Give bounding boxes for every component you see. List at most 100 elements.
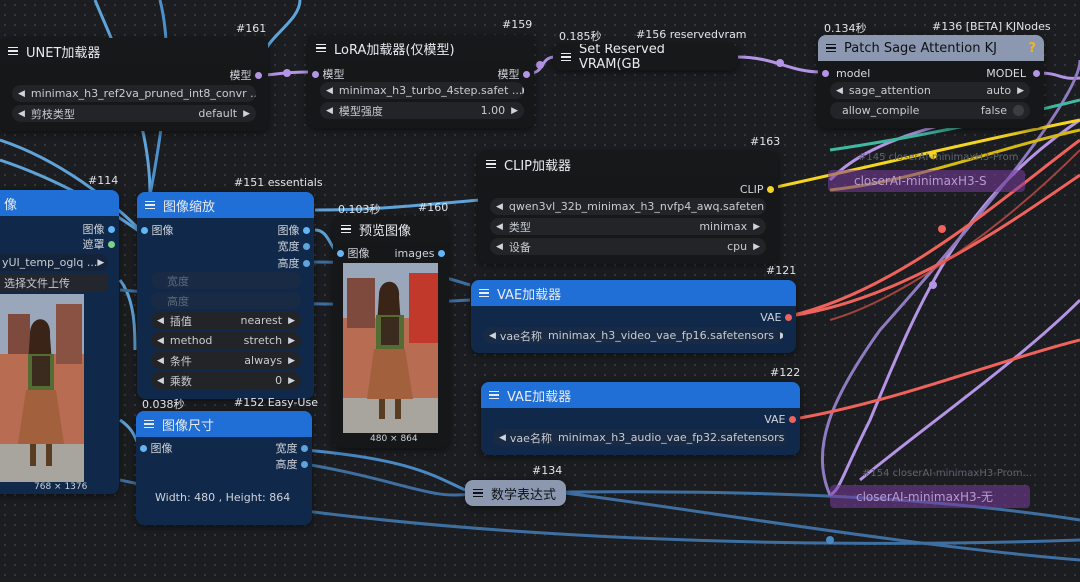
node-header[interactable]: 数学表达式 <box>465 480 566 506</box>
arrow-left-icon[interactable]: ◀ <box>496 242 503 252</box>
model-slot-icon[interactable] <box>822 69 829 77</box>
allow-compile-toggle[interactable]: allow_compile false <box>830 102 1030 119</box>
arrow-right-icon[interactable]: ▶ <box>97 258 104 268</box>
output-vae[interactable]: VAE <box>764 410 796 428</box>
output-model[interactable]: 模型 <box>230 66 262 84</box>
image-slot-icon[interactable] <box>438 249 445 257</box>
lora-loader-node[interactable]: LoRA加载器(仅模型) 模型 模型 ◀ minimax_h3_turbo_4st… <box>308 35 534 128</box>
output-images[interactable]: images <box>395 244 445 262</box>
menu-icon[interactable] <box>479 288 489 298</box>
math-expression-node[interactable]: 数学表达式 <box>465 480 566 506</box>
image-slot-icon[interactable] <box>141 226 148 234</box>
vae-loader-video-node[interactable]: VAE加载器 VAE ◀ vae名称 minimax_h3_video_vae_fp… <box>471 280 796 353</box>
arrow-left-icon[interactable]: ◀ <box>499 433 506 443</box>
model-slot-icon[interactable] <box>312 70 319 78</box>
device-select[interactable]: ◀ 设备 cpu ▶ <box>490 238 766 255</box>
int-slot-icon[interactable] <box>303 242 310 250</box>
menu-icon[interactable] <box>486 159 496 169</box>
menu-icon[interactable] <box>144 419 154 429</box>
menu-icon[interactable] <box>826 43 836 53</box>
node-header[interactable]: UNET加载器 <box>0 38 268 64</box>
vae-name-select[interactable]: ◀ vae名称 minimax_h3_audio_vae_fp32.safetens… <box>493 429 787 446</box>
menu-icon[interactable] <box>8 46 18 56</box>
arrow-left-icon[interactable]: ◀ <box>157 316 164 326</box>
unet-name-select[interactable]: ◀ minimax_h3_ref2va_pruned_int8_convr ...… <box>12 85 256 102</box>
menu-icon[interactable] <box>145 200 155 210</box>
image-scale-node[interactable]: 图像缩放 图像 图像 宽度 高度 宽度 高度 ◀ 插值 nearest ▶ ◀ meth… <box>137 192 314 399</box>
unet-loader-node[interactable]: UNET加载器 模型 ◀ minimax_h3_ref2va_pruned_int… <box>0 38 268 131</box>
input-image[interactable]: 图像 <box>337 244 370 262</box>
vae-loader-audio-node[interactable]: VAE加载器 VAE ◀ vae名称 minimax_h3_audio_vae_fp… <box>481 382 800 455</box>
output-model[interactable]: MODEL <box>986 64 1040 82</box>
menu-icon[interactable] <box>489 390 499 400</box>
interpolation-select[interactable]: ◀ 插值 nearest ▶ <box>151 312 301 329</box>
group-node-minimax-none[interactable]: closerAI-minimaxH3-无 <box>830 485 1030 508</box>
preview-image-node[interactable]: 预览图像 图像 images 480 × 864 <box>333 216 449 448</box>
weight-dtype-select[interactable]: ◀ 剪枝类型 default ▶ <box>12 105 256 122</box>
arrow-left-icon[interactable]: ◀ <box>496 202 503 212</box>
input-model[interactable]: 模型 <box>312 65 345 83</box>
arrow-right-icon[interactable]: ▶ <box>753 242 760 252</box>
node-header[interactable]: 图像尺寸 <box>136 411 312 437</box>
arrow-right-icon[interactable]: ▶ <box>288 356 295 366</box>
image-slot-icon[interactable] <box>303 226 310 234</box>
output-model[interactable]: 模型 <box>498 65 530 83</box>
image-file-select[interactable]: yUI_temp_oglq ... ▶ <box>0 254 108 271</box>
arrow-right-icon[interactable]: ▶ <box>288 316 295 326</box>
lora-name-select[interactable]: ◀minimax_h3_turbo_4step.safet ...▶ <box>320 82 524 99</box>
int-slot-icon[interactable] <box>301 460 308 468</box>
method-select[interactable]: ◀ method stretch ▶ <box>151 332 301 349</box>
set-reserved-vram-node[interactable]: Set Reserved VRAM(GB <box>553 44 738 70</box>
node-header[interactable]: VAE加载器 <box>481 382 800 408</box>
node-header[interactable]: 图像缩放 <box>137 192 314 218</box>
clip-name-select[interactable]: ◀ qwen3vl_32b_minimax_h3_nvfp4_awq.safete… <box>490 198 766 215</box>
node-graph-canvas[interactable]: #145 closerAI-minimaxH3-Prom closerAI-mi… <box>0 0 1080 582</box>
node-header[interactable]: 像 <box>0 190 119 216</box>
node-header[interactable]: Set Reserved VRAM(GB <box>553 44 738 70</box>
toggle-icon[interactable] <box>1013 105 1024 116</box>
menu-icon[interactable] <box>473 488 483 498</box>
input-image[interactable]: 图像 <box>141 221 174 239</box>
patch-sage-attention-node[interactable]: Patch Sage Attention KJ? model MODEL ◀ sa… <box>818 35 1044 128</box>
node-header[interactable]: Patch Sage Attention KJ? <box>818 35 1044 61</box>
arrow-right-icon[interactable]: ▶ <box>511 106 518 116</box>
arrow-left-icon[interactable]: ◀ <box>489 331 496 341</box>
condition-select[interactable]: ◀ 条件 always ▶ <box>151 352 301 369</box>
strength-model-stepper[interactable]: ◀ 模型强度 1.00 ▶ <box>320 102 524 119</box>
arrow-left-icon[interactable]: ◀ <box>326 86 333 96</box>
image-slot-icon[interactable] <box>108 225 115 233</box>
height-input-disabled[interactable]: 高度 <box>151 292 301 309</box>
help-icon[interactable]: ? <box>1028 41 1036 56</box>
model-slot-icon[interactable] <box>255 71 262 79</box>
output-mask[interactable]: 遮罩 <box>83 235 115 253</box>
multiple-of-stepper[interactable]: ◀ 乘数 0 ▶ <box>151 372 301 389</box>
arrow-left-icon[interactable]: ◀ <box>18 89 25 99</box>
group-node-minimax-s[interactable]: closerAI-minimaxH3-S <box>828 170 1025 192</box>
output-clip[interactable]: CLIP <box>740 180 774 198</box>
arrow-left-icon[interactable]: ◀ <box>157 336 164 346</box>
menu-icon[interactable] <box>341 224 351 234</box>
image-size-node[interactable]: 图像尺寸 图像 宽度 高度 Width: 480 , Height: 864 <box>136 411 312 525</box>
model-slot-icon[interactable] <box>1033 69 1040 77</box>
node-header[interactable]: LoRA加载器(仅模型) <box>308 35 534 61</box>
clip-slot-icon[interactable] <box>767 185 774 193</box>
arrow-right-icon[interactable]: ▶ <box>780 331 783 341</box>
arrow-right-icon[interactable]: ▶ <box>288 336 295 346</box>
clip-loader-node[interactable]: CLIP加载器 CLIP ◀ qwen3vl_32b_minimax_h3_nvf… <box>478 151 778 264</box>
arrow-right-icon[interactable]: ▶ <box>522 86 524 96</box>
output-height[interactable]: 高度 <box>278 254 310 272</box>
model-slot-icon[interactable] <box>523 70 530 78</box>
output-height[interactable]: 高度 <box>276 455 308 473</box>
upload-button[interactable]: 选择文件上传 <box>0 274 108 291</box>
int-slot-icon[interactable] <box>301 444 308 452</box>
node-header[interactable]: VAE加载器 <box>471 280 796 306</box>
image-slot-icon[interactable] <box>337 249 344 257</box>
width-input-disabled[interactable]: 宽度 <box>151 272 301 289</box>
input-image[interactable]: 图像 <box>140 439 173 457</box>
arrow-right-icon[interactable]: ▶ <box>753 222 760 232</box>
vae-slot-icon[interactable] <box>789 415 796 423</box>
output-vae[interactable]: VAE <box>760 308 792 326</box>
int-slot-icon[interactable] <box>303 259 310 267</box>
arrow-right-icon[interactable]: ▶ <box>243 109 250 119</box>
vae-slot-icon[interactable] <box>785 313 792 321</box>
